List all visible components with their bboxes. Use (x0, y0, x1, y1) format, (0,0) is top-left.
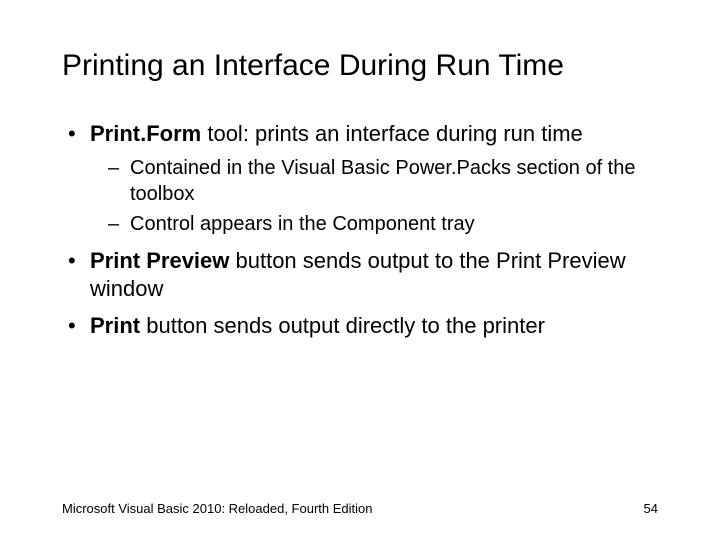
bullet-1-sub-2: Control appears in the Component tray (108, 211, 658, 237)
bullet-1-text: tool: prints an interface during run tim… (201, 121, 583, 146)
bullet-3-term: Print (90, 313, 140, 338)
bullet-1-term: Print.Form (90, 121, 201, 146)
bullet-1: Print.Form tool: prints an interface dur… (62, 120, 658, 237)
bullet-2: Print Preview button sends output to the… (62, 247, 658, 304)
footer-book-title: Microsoft Visual Basic 2010: Reloaded, F… (62, 501, 372, 516)
slide-title: Printing an Interface During Run Time (62, 48, 658, 84)
bullet-2-term: Print Preview (90, 248, 229, 273)
slide: Printing an Interface During Run Time Pr… (0, 0, 720, 540)
bullet-1-sub-1: Contained in the Visual Basic Power.Pack… (108, 155, 658, 207)
bullet-list: Print.Form tool: prints an interface dur… (62, 120, 658, 340)
bullet-3: Print button sends output directly to th… (62, 312, 658, 341)
page-number: 54 (644, 501, 658, 516)
bullet-1-sublist: Contained in the Visual Basic Power.Pack… (90, 155, 658, 237)
bullet-3-text: button sends output directly to the prin… (140, 313, 545, 338)
footer: Microsoft Visual Basic 2010: Reloaded, F… (62, 501, 658, 516)
